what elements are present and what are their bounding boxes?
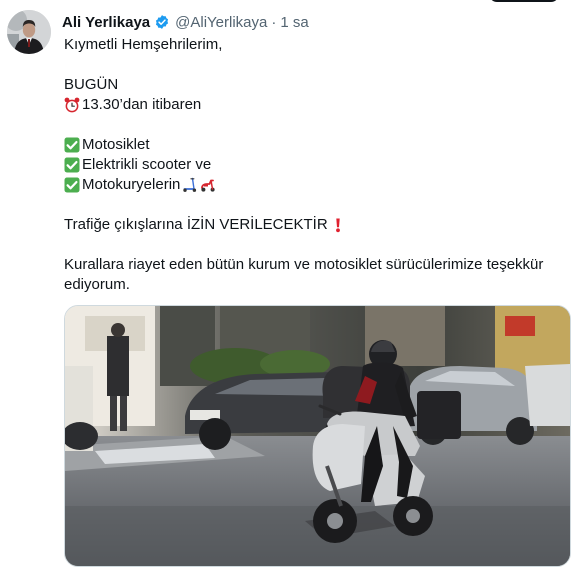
list-item: Elektrikli scooter ve bbox=[64, 155, 569, 175]
author-name[interactable]: Ali Yerlikaya bbox=[62, 14, 150, 31]
previous-tweet-button[interactable] bbox=[489, 0, 559, 2]
thanks-line: Kurallara riayet eden bütün kurum ve mot… bbox=[64, 255, 569, 295]
tweet-body: Kıymetli Hemşehrilerim, BUGÜN 13.30’dan … bbox=[64, 35, 569, 295]
check-mark-button-icon bbox=[64, 157, 80, 173]
list-item-text: Motosiklet bbox=[82, 136, 150, 153]
verified-badge-icon bbox=[156, 15, 169, 29]
motorcyclist-rain-photo bbox=[65, 306, 570, 566]
thanks-text: Kurallara riayet eden bütün kurum ve mot… bbox=[64, 256, 544, 293]
previous-tweet-fragment bbox=[0, 0, 577, 6]
red-exclamation-icon bbox=[335, 218, 340, 233]
motor-scooter-icon bbox=[201, 179, 215, 192]
tweet-photo[interactable] bbox=[64, 305, 571, 567]
kick-scooter-icon bbox=[183, 177, 197, 192]
list-item: Motosiklet bbox=[64, 135, 569, 155]
tweet-header: Ali Yerlikaya @AliYerlikaya · 1 sa bbox=[62, 11, 309, 33]
check-mark-button-icon bbox=[64, 137, 80, 153]
alarm-clock-icon bbox=[64, 97, 80, 113]
author-handle[interactable]: @AliYerlikaya bbox=[175, 14, 267, 31]
list-item: Motokuryelerin bbox=[64, 175, 569, 195]
time-line: 13.30’dan itibaren bbox=[64, 95, 569, 115]
greeting-text: Kıymetli Hemşehrilerim, bbox=[64, 36, 223, 53]
today-line: BUGÜN bbox=[64, 75, 569, 95]
list-item-text: Motokuryelerin bbox=[82, 176, 181, 193]
time-note-text: 13.30’dan itibaren bbox=[82, 96, 202, 113]
announcement-text: Trafiğe çıkışlarına İZİN VERİLECEKTİR bbox=[64, 216, 328, 233]
header-separator: · bbox=[271, 13, 277, 31]
tweet-timestamp[interactable]: 1 sa bbox=[280, 14, 308, 31]
avatar-image bbox=[7, 10, 51, 54]
avatar[interactable] bbox=[7, 10, 51, 54]
today-text: BUGÜN bbox=[64, 76, 119, 93]
list-item-text: Elektrikli scooter ve bbox=[82, 156, 212, 173]
greeting-line: Kıymetli Hemşehrilerim, bbox=[64, 35, 569, 55]
check-mark-button-icon bbox=[64, 177, 80, 193]
announcement-line: Trafiğe çıkışlarına İZİN VERİLECEKTİR bbox=[64, 215, 569, 235]
